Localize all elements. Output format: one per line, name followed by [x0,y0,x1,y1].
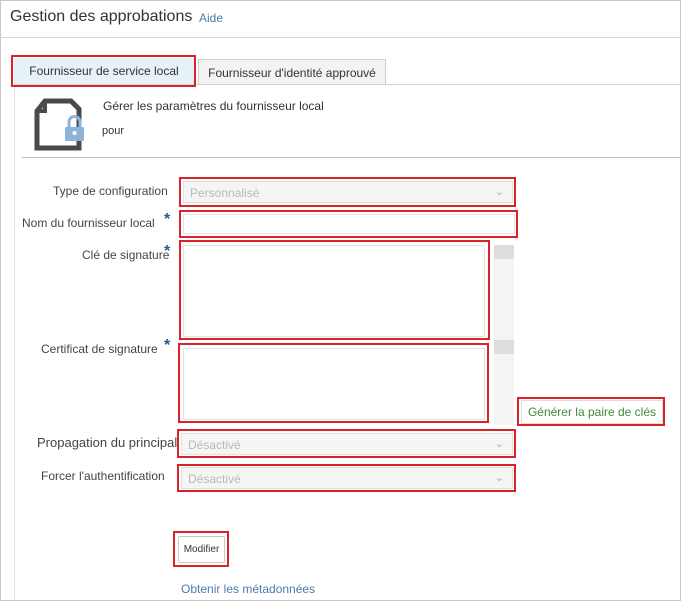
signing-key-textarea[interactable] [183,245,485,337]
provider-settings-subtitle: pour [102,125,125,137]
chevron-down-icon: ⌄ [494,438,504,450]
config-type-select[interactable]: Personnalisé ⌄ [183,181,513,203]
provider-settings-title: Gérer les paramètres du fournisseur loca… [103,99,324,113]
tab-local-service-provider[interactable]: Fournisseur de service local [14,58,194,84]
signing-cert-textarea[interactable] [183,348,485,420]
principal-propagation-label: Propagation du principal [37,435,178,450]
required-asterisk: * [164,337,171,354]
required-asterisk: * [164,243,171,260]
page-header: Gestion des approbations Aide [0,0,681,38]
tab-trusted-identity-provider[interactable]: Fournisseur d'identité approuvé [198,59,386,85]
principal-propagation-select[interactable]: Désactivé ⌄ [181,433,513,455]
panel-left-border [14,84,15,600]
required-asterisk: * [164,211,171,228]
config-type-value: Personnalisé [190,186,260,200]
provider-name-input[interactable] [183,214,515,234]
section-separator [22,157,680,158]
signing-key-scrollbar[interactable] [494,245,514,340]
signing-cert-label: Certificat de signature [41,342,158,356]
force-auth-value: Désactivé [188,472,241,486]
config-type-label: Type de configuration [53,184,168,198]
principal-propagation-value: Désactivé [188,438,241,452]
help-link[interactable]: Aide [199,11,223,25]
chevron-down-icon: ⌄ [494,472,504,484]
chevron-down-icon: ⌄ [494,186,504,198]
generate-keypair-button[interactable]: Générer la paire de clés [521,400,663,424]
document-lock-icon [34,98,84,151]
signing-key-label: Clé de signature [82,248,170,262]
force-auth-select[interactable]: Désactivé ⌄ [181,467,513,489]
signing-cert-scrollbar[interactable] [494,340,514,425]
tab-divider [14,84,680,85]
get-metadata-link[interactable]: Obtenir les métadonnées [181,582,315,596]
page-title: Gestion des approbations [10,8,193,25]
modify-button[interactable]: Modifier [178,536,225,563]
force-auth-label: Forcer l'authentification [41,469,165,483]
provider-name-label: Nom du fournisseur local [22,216,155,230]
